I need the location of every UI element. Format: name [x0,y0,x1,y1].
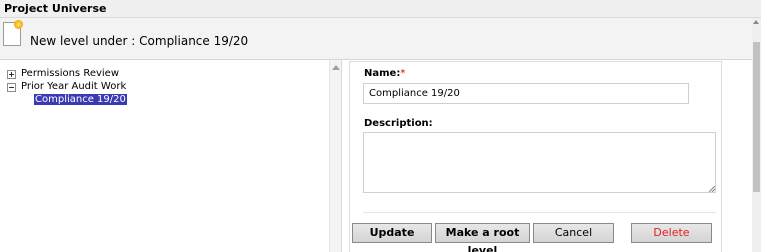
cancel-button[interactable]: Cancel [533,223,614,243]
description-label: Description: [364,118,433,129]
name-label-text: Name: [364,68,401,79]
required-marker: * [400,68,406,79]
tree-scrollbar[interactable] [329,60,341,252]
page-heading: New level under : Compliance 19/20 [30,34,249,48]
scroll-thumb[interactable] [753,42,760,192]
name-input[interactable] [363,83,689,104]
description-textarea[interactable] [363,132,716,193]
tree-item-label-selected[interactable]: Compliance 19/20 [34,94,127,105]
title-bar: Project Universe [0,0,761,18]
tree-scroll-up-icon[interactable] [332,65,340,70]
level-form: Name:* Description: Update Make a root l… [349,61,722,252]
tree-item-label[interactable]: Prior Year Audit Work [21,81,126,92]
tree-pane: Permissions Review Prior Year Audit Work… [0,60,342,252]
collapse-minus-icon[interactable] [7,83,16,92]
delete-button[interactable]: Delete [631,223,712,243]
name-label: Name:* [364,68,405,79]
scroll-up-arrow-icon[interactable] [753,20,759,24]
page-header: New level under : Compliance 19/20 [0,18,752,60]
resize-grip-icon[interactable] [709,186,715,192]
expand-plus-icon[interactable] [7,70,16,79]
form-divider [363,212,716,213]
update-button[interactable]: Update [352,223,432,243]
make-root-level-button[interactable]: Make a root level [435,223,530,252]
window-scrollbar[interactable] [752,18,761,252]
new-badge-icon [14,20,23,29]
tree-item-label[interactable]: Permissions Review [21,68,119,79]
app-title: Project Universe [4,2,107,15]
